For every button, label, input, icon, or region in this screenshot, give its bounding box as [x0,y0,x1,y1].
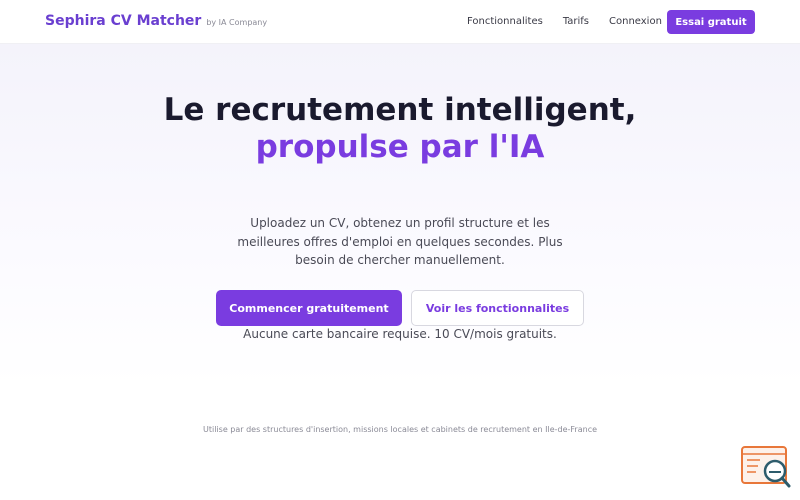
brand-name[interactable]: Sephira CV Matcher [45,13,201,29]
headline-accent: propulse par l'IA [255,129,545,165]
top-navbar: Sephira CV Matcher by IA Company Fonctio… [0,0,800,44]
start-free-button[interactable]: Commencer gratuitement [216,290,402,326]
headline-text: Le recrutement intelligent, [163,92,637,128]
nav-links: Fonctionnalites Tarifs Connexion [467,16,662,27]
free-trial-button[interactable]: Essai gratuit [667,10,755,34]
brand-subtitle: by IA Company [206,18,268,27]
brand[interactable]: Sephira CV Matcher by IA Company [45,13,267,29]
trust-line: Utilise par des structures d'insertion, … [202,425,598,434]
hero-subtext: Uploadez un CV, obtenez un profil struct… [237,216,563,267]
nav-link-fonctionnalites[interactable]: Fonctionnalites [467,16,543,27]
nav-link-tarifs[interactable]: Tarifs [563,16,589,27]
hero-note: Aucune carte bancaire requise. 10 CV/moi… [243,327,557,341]
see-features-button[interactable]: Voir les fonctionnalites [411,290,584,326]
nav-link-connexion[interactable]: Connexion [609,16,662,27]
search-document-icon[interactable] [740,445,792,489]
hero-headline: Le recrutement intelligent, propulse par… [150,92,650,166]
